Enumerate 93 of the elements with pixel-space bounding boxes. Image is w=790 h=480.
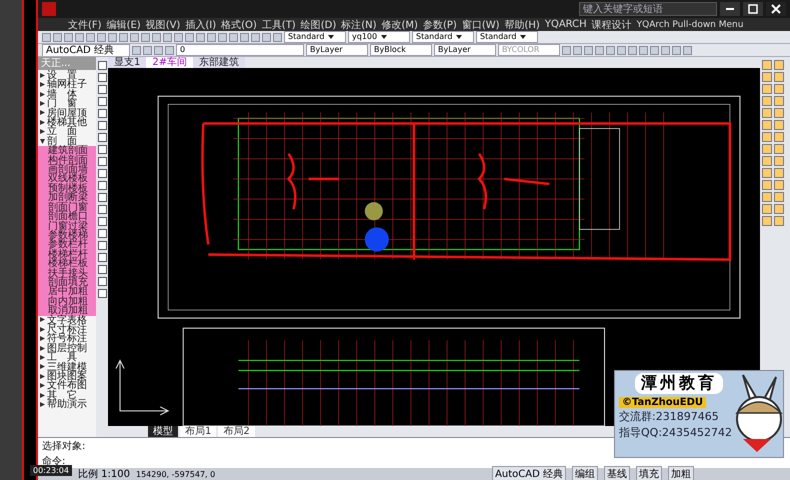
sidebar-item[interactable]: 符号标注 — [38, 334, 96, 344]
style-dropdown[interactable]: Standard — [476, 31, 538, 43]
sidebar-item[interactable]: 墙 体 — [38, 90, 96, 100]
command-line: 选择对象: — [41, 440, 86, 452]
sidebar-subitem[interactable]: 加剖断梁 — [38, 193, 96, 203]
sidebar-subitem[interactable]: 门窗过梁 — [38, 222, 96, 231]
sidebar-item[interactable]: 轴网柱子 — [38, 80, 96, 90]
style-dropdown[interactable]: yq100 — [348, 31, 410, 43]
sidebar-subitem[interactable]: 向内加粗 — [38, 296, 96, 306]
menu-item[interactable]: 工具(T) — [262, 18, 296, 31]
sidebar-subitem[interactable]: 剖面檐口 — [38, 212, 96, 222]
caret-icon — [520, 34, 526, 39]
menu-item[interactable]: 格式(O) — [221, 18, 257, 31]
layout-tab[interactable]: 模型 — [148, 426, 178, 437]
status-toggle[interactable]: 填充 — [636, 466, 662, 480]
search-field[interactable]: 键入关键字或短语 — [579, 2, 717, 16]
sidebar-subitem[interactable]: 预制楼板 — [38, 184, 96, 194]
sidebar-header: 天正... — [38, 57, 96, 70]
sidebar-item[interactable]: 尺寸标注 — [38, 324, 96, 334]
menu-item[interactable]: 文件(F) — [68, 18, 102, 31]
menu-item[interactable]: 课程设计 — [592, 18, 632, 31]
caret-icon — [456, 34, 462, 39]
video-timer: 00:23:04 — [30, 465, 72, 476]
style-dropdown[interactable]: Standard — [412, 31, 474, 43]
badge-title: 潭州教育 — [635, 373, 723, 394]
close-button[interactable] — [766, 2, 786, 16]
status-toggle[interactable]: 基线 — [604, 466, 630, 480]
caret-icon — [328, 34, 334, 39]
sidebar-subitem[interactable]: 双线楼板 — [38, 174, 96, 184]
sidebar-item[interactable]: 文件布图 — [38, 381, 96, 391]
qq-number: 指导QQ:2435452742 — [619, 425, 732, 440]
menu-item[interactable]: 绘图(D) — [300, 18, 336, 31]
color-dropdown[interactable]: ByLayer — [306, 44, 368, 56]
menu-item[interactable]: 编辑(E) — [106, 18, 141, 31]
group-number: 交流群:231897465 — [619, 409, 719, 424]
linetype-dropdown[interactable]: ByBlock — [370, 44, 432, 56]
sidebar-item[interactable]: 图块图案 — [38, 372, 96, 382]
menu-item[interactable]: 标注(N) — [341, 18, 377, 31]
menu-item[interactable]: 帮助(H) — [504, 18, 540, 31]
status-toggle[interactable]: 加粗 — [668, 466, 694, 480]
coordinates-readout: 154290, -597547, 0 — [136, 470, 216, 478]
sidebar-item[interactable]: 房间屋顶 — [38, 108, 96, 118]
app-logo-icon — [42, 2, 56, 16]
maximize-button[interactable] — [743, 2, 763, 16]
menu-item[interactable]: YQArch Pull-down Menu — [636, 20, 744, 30]
workspace-button[interactable]: AutoCAD 经典 — [492, 466, 566, 480]
sidebar-item[interactable]: 楼梯其他 — [38, 118, 96, 128]
caret-icon — [381, 34, 388, 39]
document-tab[interactable]: 显支1 — [108, 57, 146, 68]
sidebar-subitem[interactable]: 参数栏杆 — [38, 240, 96, 250]
sidebar-item[interactable]: 帮助演示 — [38, 400, 96, 410]
minimize-button[interactable] — [720, 2, 740, 16]
sidebar-item[interactable]: 门 窗 — [38, 99, 96, 109]
command-line: 命令: — [41, 454, 66, 467]
document-tab[interactable]: 2#车间 — [146, 57, 194, 68]
sidebar-subitem[interactable]: 扶手接头 — [38, 268, 96, 278]
sidebar-subitem[interactable]: 剖面门窗 — [38, 202, 96, 212]
sidebar-item[interactable]: 图层控制 — [38, 344, 96, 354]
sidebar-subitem[interactable]: 画剖面墙 — [38, 165, 96, 174]
sidebar-subitem[interactable]: 剖面填充 — [38, 278, 96, 288]
sidebar-subitem[interactable]: 建筑剖面 — [38, 146, 96, 156]
maximize-icon — [748, 4, 758, 14]
workspace-dropdown[interactable]: AutoCAD 经典 — [42, 44, 130, 56]
document-tab[interactable]: 东部建筑 — [193, 57, 246, 68]
style-dropdown[interactable]: Standard — [284, 31, 346, 43]
sidebar-subitem[interactable]: 构件剖面 — [38, 156, 96, 166]
sidebar-item[interactable]: 设 置 — [38, 71, 96, 80]
menu-item[interactable]: 插入(I) — [185, 18, 216, 31]
sidebar-subitem[interactable]: 楼梯栏杆 — [38, 250, 96, 260]
layout-tab[interactable]: 布局1 — [180, 426, 216, 437]
ucs-axis-icon — [116, 359, 170, 416]
brand-label: ©TanZhouEDU — [619, 397, 706, 408]
sidebar-item[interactable]: 剖 面 — [38, 136, 96, 146]
layer-dropdown[interactable]: 0 — [176, 44, 304, 56]
sidebar-subitem[interactable]: 取消加粗 — [38, 306, 96, 316]
scale-label: 比例 1:100 — [78, 468, 130, 480]
menu-item[interactable]: YQARCH — [544, 19, 587, 30]
sidebar-item[interactable]: 文字表格 — [38, 316, 96, 325]
sidebar-item[interactable]: 工 具 — [38, 353, 96, 363]
sidebar-subitem[interactable]: 参数楼梯 — [38, 230, 96, 240]
minimize-icon — [726, 8, 734, 10]
sidebar-subitem[interactable]: 楼梯栏板 — [38, 259, 96, 269]
status-toggle[interactable]: 编组 — [572, 466, 598, 480]
close-icon — [771, 4, 781, 14]
menu-item[interactable]: 视图(V) — [146, 18, 180, 31]
sidebar-item[interactable]: 立 面 — [38, 127, 96, 137]
lineweight-dropdown[interactable]: ByLayer — [434, 44, 496, 56]
menu-item[interactable]: 窗口(W) — [462, 18, 500, 31]
menu-item[interactable]: 参数(P) — [422, 18, 457, 31]
sidebar-subitem[interactable]: 居中加粗 — [38, 287, 96, 297]
layout-tab[interactable]: 布局2 — [218, 426, 255, 437]
menu-item[interactable]: 修改(M) — [382, 18, 418, 31]
sidebar-item[interactable]: 三维建模 — [38, 362, 96, 372]
